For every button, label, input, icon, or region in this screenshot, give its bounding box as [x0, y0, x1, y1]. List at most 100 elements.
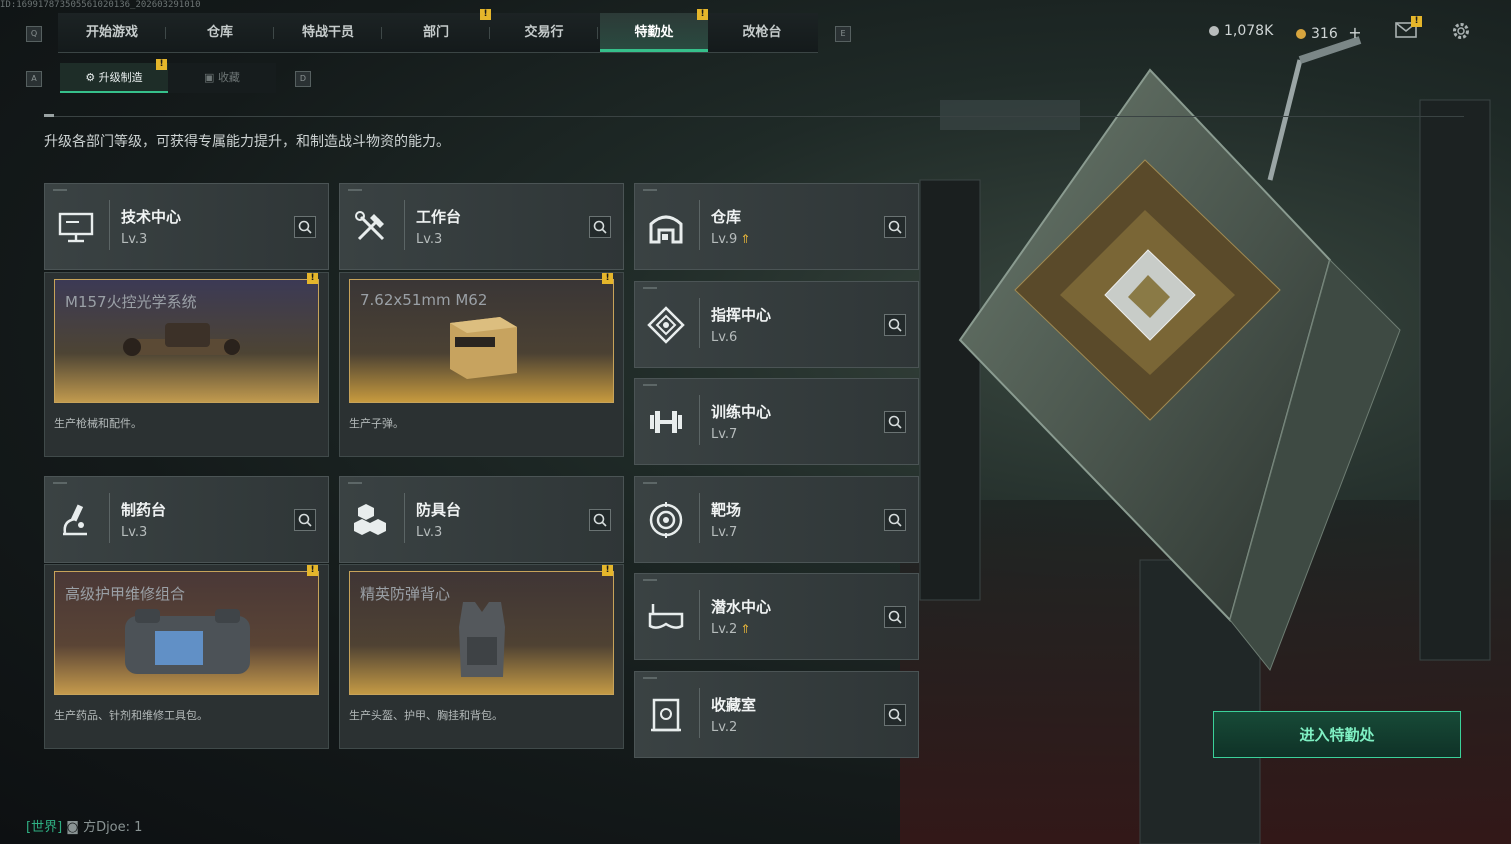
- search-icon[interactable]: [294, 509, 316, 531]
- silver-coin-icon: [1209, 26, 1219, 36]
- search-icon[interactable]: [884, 216, 906, 238]
- card-separator: [699, 688, 700, 738]
- tab-gunsmith[interactable]: 改枪台: [708, 13, 816, 52]
- upgrade-arrow-icon: ⇑: [740, 622, 751, 636]
- search-icon[interactable]: [884, 509, 906, 531]
- card-tag: [643, 384, 657, 386]
- tab-special-ops[interactable]: 特勤处: [600, 13, 708, 52]
- blocks-icon: [354, 504, 386, 535]
- product-panel-armor-bench[interactable]: ! 精英防弹背心 生产头盔、护甲、胸挂和背包。: [339, 564, 624, 749]
- product-title: 7.62x51mm M62: [360, 291, 488, 309]
- gear-icon[interactable]: [1451, 21, 1471, 41]
- dept-card-tech-center[interactable]: 技术中心 Lv.3: [44, 183, 329, 270]
- search-icon[interactable]: [884, 314, 906, 336]
- dept-level: Lv.7: [711, 525, 738, 540]
- dept-card-shooting-range[interactable]: 靶场 Lv.7: [634, 476, 919, 563]
- dept-level: Lv.6: [711, 330, 738, 345]
- chat-line[interactable]: [世界] ◙ 方Djoe: 1: [26, 816, 142, 835]
- search-icon[interactable]: [294, 216, 316, 238]
- product-description: 生产枪械和配件。: [54, 417, 142, 430]
- card-separator: [699, 395, 700, 445]
- gold-coin-icon: [1296, 29, 1306, 39]
- chat-text: : 1: [125, 820, 143, 835]
- tab-operators[interactable]: 特战干员: [274, 13, 382, 52]
- card-tag: [643, 189, 657, 191]
- tools-icon: [355, 211, 385, 241]
- tab-collection[interactable]: ▣ 收藏: [168, 63, 276, 93]
- divider-mark: [44, 114, 54, 117]
- chat-player: 方Djoe: [83, 820, 126, 835]
- product-description: 生产子弹。: [349, 417, 404, 430]
- currency-gold: 316 +: [1296, 23, 1362, 42]
- dept-name: 工作台: [416, 208, 462, 226]
- card-tag: [643, 287, 657, 289]
- dept-name: 指挥中心: [711, 306, 772, 324]
- upgrade-alert-badge: !: [156, 59, 167, 70]
- product-title: M157火控光学系统: [65, 293, 197, 311]
- search-icon[interactable]: [884, 704, 906, 726]
- dept-level: Lv.3: [416, 525, 443, 540]
- chat-channel: [世界]: [26, 820, 63, 835]
- dept-card-training-center[interactable]: 训练中心 Lv.7: [634, 378, 919, 465]
- scope-item-icon: [123, 323, 240, 356]
- enter-special-ops-button[interactable]: 进入特勤处: [1213, 711, 1461, 758]
- dept-card-diving-center[interactable]: 潜水中心 Lv.2 ⇑: [634, 573, 919, 660]
- repair-kit-item-icon: [125, 609, 250, 674]
- dept-name: 训练中心: [711, 403, 772, 421]
- search-icon[interactable]: [589, 509, 611, 531]
- card-separator: [109, 493, 110, 543]
- search-icon[interactable]: [884, 411, 906, 433]
- tab-upgrade-craft[interactable]: ⚙ 升级制造: [60, 63, 168, 93]
- session-id: ID:169917873505561020136_202603291010: [0, 0, 201, 10]
- target-icon: [649, 502, 683, 538]
- dept-name: 防具台: [416, 501, 462, 519]
- command-icon: [647, 306, 685, 344]
- dept-card-armor-bench[interactable]: 防具台 Lv.3: [339, 476, 624, 563]
- special-ops-alert-badge: !: [697, 9, 708, 20]
- card-separator: [699, 298, 700, 348]
- product-panel-workbench[interactable]: ! 7.62x51mm M62 生产子弹。: [339, 272, 624, 457]
- dept-name: 潜水中心: [711, 598, 772, 616]
- sub-tabs: ⚙ 升级制造 ▣ 收藏: [60, 63, 276, 93]
- product-alert-badge: !: [602, 273, 613, 284]
- search-icon[interactable]: [884, 606, 906, 628]
- tab-market[interactable]: 交易行: [490, 13, 598, 52]
- key-hint-d: D: [295, 71, 311, 87]
- card-tag: [643, 579, 657, 581]
- vest-item-icon: [459, 602, 505, 677]
- tab-start-game[interactable]: 开始游戏: [58, 13, 166, 52]
- product-alert-badge: !: [307, 273, 318, 284]
- dept-card-command-center[interactable]: 指挥中心 Lv.6: [634, 281, 919, 368]
- tab-warehouse[interactable]: 仓库: [166, 13, 274, 52]
- key-hint-e: E: [835, 26, 851, 42]
- search-icon[interactable]: [589, 216, 611, 238]
- dept-card-pharmacy[interactable]: 制药台 Lv.3: [44, 476, 329, 563]
- card-tag: [643, 482, 657, 484]
- tab-departments[interactable]: 部门: [382, 13, 490, 52]
- card-tag: [348, 189, 362, 191]
- product-panel-pharmacy[interactable]: ! 高级护甲维修组合 生产药品、针剂和维修工具包。: [44, 564, 329, 749]
- product-description: 生产药品、针剂和维修工具包。: [54, 709, 208, 722]
- dept-level: Lv.3: [416, 232, 443, 247]
- microscope-icon: [63, 504, 87, 536]
- page-description: 升级各部门等级，可获得专属能力提升，和制造战斗物资的能力。: [44, 134, 450, 150]
- dumbbell-icon: [650, 411, 682, 433]
- card-tag: [53, 189, 67, 191]
- card-tag: [643, 677, 657, 679]
- card-separator: [699, 200, 700, 250]
- dept-level: Lv.2 ⇑: [711, 622, 751, 637]
- divider: [44, 116, 1464, 117]
- dept-name: 靶场: [711, 501, 742, 519]
- dept-card-workbench[interactable]: 工作台 Lv.3: [339, 183, 624, 270]
- dept-name: 仓库: [711, 208, 742, 226]
- dept-card-warehouse[interactable]: 仓库 Lv.9 ⇑: [634, 183, 919, 270]
- dept-card-collection-room[interactable]: 收藏室 Lv.2: [634, 671, 919, 758]
- product-panel-tech-center[interactable]: ! M157火控光学系统 生产枪械和配件。: [44, 272, 329, 457]
- key-hint-q: Q: [26, 26, 42, 42]
- collection-icon: [651, 698, 681, 732]
- upgrade-arrow-icon: ⇑: [740, 232, 751, 246]
- monitor-icon: [58, 212, 94, 243]
- add-currency-button[interactable]: +: [1348, 23, 1361, 42]
- product-alert-badge: !: [307, 565, 318, 576]
- mail-alert-badge: !: [1411, 16, 1422, 27]
